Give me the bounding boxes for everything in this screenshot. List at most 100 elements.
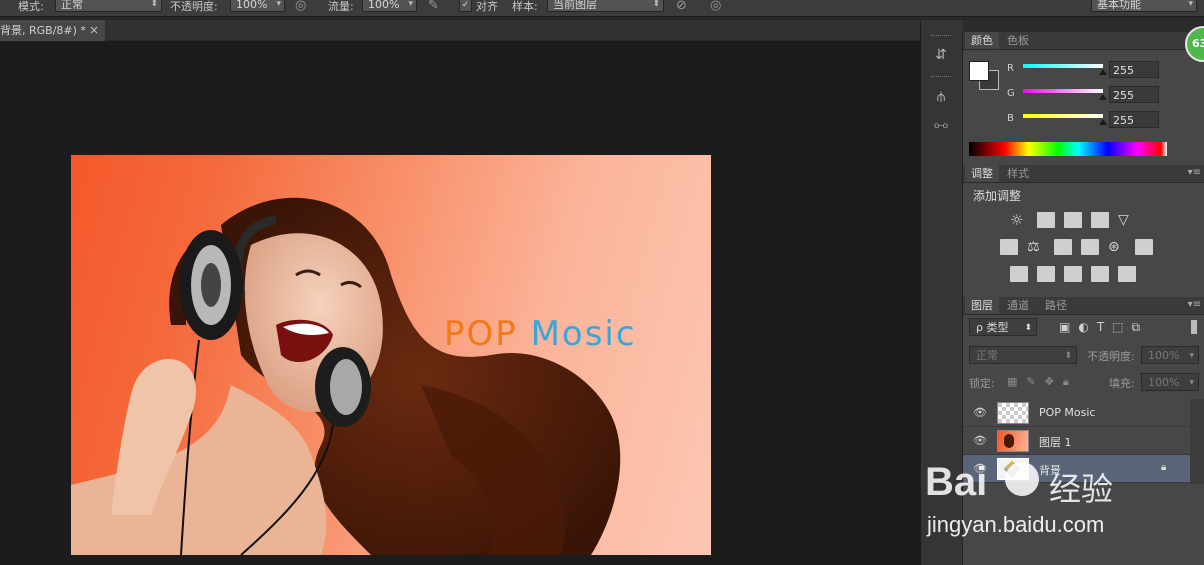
- lock-all-icon[interactable]: 🔒︎: [1063, 375, 1069, 389]
- exposure-icon[interactable]: [1091, 212, 1109, 228]
- chevron-down-icon: ⬍: [1064, 351, 1072, 361]
- invert-icon[interactable]: [1010, 266, 1028, 282]
- properties-icon[interactable]: ⧟: [930, 114, 952, 136]
- layer-row-layer-1[interactable]: 👁︎ 图层 1: [963, 427, 1190, 455]
- pixel-filter-icon[interactable]: ▣: [1059, 320, 1070, 335]
- layer-opacity-input[interactable]: 100% ▾: [1141, 346, 1199, 364]
- panel-menu-icon[interactable]: ▾≡: [1188, 299, 1201, 310]
- chevron-down-icon: ▾: [1189, 378, 1194, 388]
- b-slider-thumb[interactable]: [1099, 119, 1107, 125]
- hue-saturation-icon[interactable]: [1000, 239, 1018, 255]
- blend-mode-value: 正常: [976, 349, 998, 362]
- paw-icon: [1005, 462, 1039, 496]
- adjustment-icons-row-1: ☼ ▽: [1010, 212, 1136, 230]
- layer-filter-select[interactable]: ρ 类型 ⬍: [969, 318, 1037, 336]
- layer-filter-value: ρ 类型: [976, 321, 1009, 334]
- lock-label: 锁定:: [969, 377, 995, 390]
- threshold-icon[interactable]: [1064, 266, 1082, 282]
- history-icon[interactable]: ⇵: [930, 44, 952, 66]
- pressure-opacity-icon[interactable]: ◎: [295, 0, 306, 13]
- document-image[interactable]: POP Mosic: [71, 155, 711, 555]
- g-slider-thumb[interactable]: [1099, 94, 1107, 100]
- mode-select[interactable]: 正常 ⬍: [55, 0, 162, 12]
- adjustment-filter-icon[interactable]: ◐: [1078, 320, 1088, 335]
- adjustment-icons-row-2: ⚖ ⊛: [1000, 239, 1153, 257]
- panel-menu-icon[interactable]: ▾≡: [1188, 167, 1201, 178]
- document-tab-title: 背景, RGB/8#) *: [0, 24, 86, 37]
- gradient-map-icon[interactable]: [1118, 266, 1136, 282]
- grip-handle[interactable]: [931, 35, 951, 38]
- eye-icon[interactable]: 👁︎: [973, 434, 987, 447]
- selective-color-icon[interactable]: [1091, 266, 1109, 282]
- brush-presets-icon[interactable]: ⫛: [930, 86, 952, 108]
- badge-count: 63: [1192, 37, 1204, 50]
- r-label: R: [1007, 63, 1014, 74]
- filter-toggle[interactable]: [1191, 320, 1197, 334]
- watermark-brand: Bai: [925, 460, 988, 504]
- b-slider[interactable]: [1023, 114, 1103, 118]
- tab-color[interactable]: 颜色: [965, 32, 999, 49]
- chevron-down-icon: ⬍: [150, 0, 158, 9]
- tab-paths[interactable]: 路径: [1039, 297, 1073, 314]
- ignore-adjustment-icon[interactable]: ⊘: [676, 0, 687, 13]
- brightness-icon[interactable]: ☼: [1010, 212, 1028, 228]
- levels-icon[interactable]: [1037, 212, 1055, 228]
- document-tab[interactable]: 背景, RGB/8#) * ×: [0, 20, 105, 41]
- smart-object-filter-icon[interactable]: ⧉: [1132, 320, 1141, 335]
- posterize-icon[interactable]: [1037, 266, 1055, 282]
- shape-filter-icon[interactable]: ⬚: [1112, 320, 1123, 335]
- layer-row-pop-mosic[interactable]: 👁︎ POP Mosic: [963, 399, 1190, 427]
- foreground-color-swatch[interactable]: [969, 61, 989, 81]
- workspace-select[interactable]: 基本功能 ▾: [1091, 0, 1197, 12]
- opacity-label: 不透明度:: [170, 0, 218, 13]
- tab-layers[interactable]: 图层: [965, 297, 999, 314]
- blend-mode-select[interactable]: 正常 ⬍: [969, 346, 1077, 364]
- tab-swatches[interactable]: 色板: [1001, 32, 1035, 49]
- r-slider[interactable]: [1023, 64, 1103, 68]
- fill-input[interactable]: 100% ▾: [1141, 373, 1199, 391]
- flow-label: 流量:: [328, 0, 354, 13]
- color-lookup-icon[interactable]: [1135, 239, 1153, 255]
- layer-name: 图层 1: [1039, 436, 1072, 449]
- align-checkbox[interactable]: ✓: [459, 0, 472, 12]
- type-filter-icon[interactable]: T: [1097, 320, 1104, 335]
- tab-styles[interactable]: 样式: [1001, 165, 1035, 182]
- pressure-size-icon[interactable]: ◎: [710, 0, 721, 13]
- flow-input[interactable]: 100% ▾: [362, 0, 417, 12]
- r-slider-thumb[interactable]: [1099, 69, 1107, 75]
- chevron-down-icon: ▾: [1188, 0, 1193, 9]
- options-bar: 模式: 正常 ⬍ 不透明度: 100% ▾ ◎ 流量: 100% ▾ ✎ ✓ 对齐 样…: [0, 0, 1204, 17]
- lock-pixels-icon[interactable]: ✎: [1026, 375, 1035, 389]
- chevron-down-icon: ▾: [1189, 351, 1194, 361]
- b-input[interactable]: 255: [1109, 111, 1159, 128]
- opacity-input[interactable]: 100% ▾: [230, 0, 285, 12]
- black-white-icon[interactable]: [1054, 239, 1072, 255]
- r-input[interactable]: 255: [1109, 61, 1159, 78]
- sample-select-value: 当前图层: [553, 0, 597, 11]
- vibrance-icon[interactable]: ▽: [1118, 212, 1136, 228]
- airbrush-icon[interactable]: ✎: [428, 0, 439, 13]
- mode-select-value: 正常: [61, 0, 83, 11]
- layer-name: POP Mosic: [1039, 406, 1096, 419]
- thumbnail-figure: [1004, 434, 1014, 448]
- g-slider[interactable]: [1023, 89, 1103, 93]
- color-balance-icon[interactable]: ⚖: [1027, 239, 1045, 255]
- tab-adjustments[interactable]: 调整: [965, 165, 999, 182]
- close-icon[interactable]: ×: [89, 20, 99, 41]
- photo-filter-icon[interactable]: [1081, 239, 1099, 255]
- canvas-text: POP Mosic: [444, 314, 637, 354]
- sample-select[interactable]: 当前图层 ⬍: [547, 0, 664, 12]
- g-input[interactable]: 255: [1109, 86, 1159, 103]
- lock-transparency-icon[interactable]: ▦: [1007, 375, 1017, 389]
- color-spectrum-ramp[interactable]: [969, 142, 1167, 156]
- lock-position-icon[interactable]: ✥: [1045, 375, 1054, 389]
- lock-icons: ▦ ✎ ✥ 🔒︎: [1007, 375, 1069, 389]
- eye-icon[interactable]: 👁︎: [973, 406, 987, 419]
- channel-mixer-icon[interactable]: ⊛: [1108, 239, 1126, 255]
- curves-icon[interactable]: [1064, 212, 1082, 228]
- grip-handle[interactable]: [931, 76, 951, 79]
- tab-channels[interactable]: 通道: [1001, 297, 1035, 314]
- chevron-down-icon: ⬍: [1024, 323, 1032, 333]
- watermark: Bai 经验 jingyan.baidu.com: [925, 460, 1204, 565]
- watermark-url: jingyan.baidu.com: [927, 512, 1105, 537]
